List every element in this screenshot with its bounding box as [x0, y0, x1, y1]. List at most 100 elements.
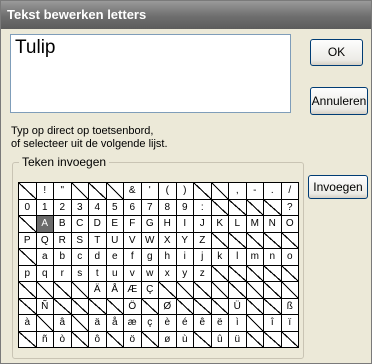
char-cell[interactable]: x: [159, 265, 177, 282]
char-cell[interactable]: 3: [71, 199, 89, 216]
char-cell[interactable]: v: [124, 265, 142, 282]
char-cell[interactable]: !: [36, 183, 54, 200]
char-cell[interactable]: å: [106, 315, 124, 332]
char-cell[interactable]: g: [141, 249, 159, 266]
char-cell[interactable]: è: [159, 315, 177, 332]
char-cell[interactable]: 2: [54, 199, 72, 216]
char-cell[interactable]: L: [229, 216, 247, 233]
char-cell[interactable]: ': [141, 183, 159, 200]
char-cell[interactable]: F: [124, 216, 142, 233]
char-cell[interactable]: ñ: [36, 331, 54, 348]
char-cell[interactable]: æ: [124, 315, 142, 332]
char-cell[interactable]: P: [19, 232, 37, 249]
char-cell[interactable]: â: [54, 315, 72, 332]
char-cell[interactable]: c: [71, 249, 89, 266]
char-cell[interactable]: ë: [211, 315, 229, 332]
char-cell[interactable]: J: [194, 216, 212, 233]
char-cell[interactable]: ä: [89, 315, 107, 332]
char-cell[interactable]: N: [264, 216, 282, 233]
char-cell[interactable]: R: [54, 232, 72, 249]
char-cell[interactable]: 8: [159, 199, 177, 216]
char-cell[interactable]: O: [281, 216, 299, 233]
char-cell[interactable]: ê: [194, 315, 212, 332]
text-input[interactable]: Tulip: [10, 34, 291, 113]
char-cell[interactable]: X: [159, 232, 177, 249]
char-cell[interactable]: S: [71, 232, 89, 249]
char-cell[interactable]: 4: [89, 199, 107, 216]
char-cell[interactable]: W: [141, 232, 159, 249]
char-cell[interactable]: 5: [106, 199, 124, 216]
char-cell[interactable]: E: [106, 216, 124, 233]
char-cell[interactable]: z: [194, 265, 212, 282]
insert-button[interactable]: Invoegen: [308, 175, 368, 199]
char-cell[interactable]: Y: [176, 232, 194, 249]
char-cell[interactable]: u: [106, 265, 124, 282]
char-cell[interactable]: G: [141, 216, 159, 233]
char-cell[interactable]: ò: [54, 331, 72, 348]
char-cell[interactable]: I: [176, 216, 194, 233]
char-cell[interactable]: ù: [176, 331, 194, 348]
char-cell[interactable]: &: [124, 183, 142, 200]
char-cell[interactable]: î: [264, 315, 282, 332]
char-cell[interactable]: ü: [229, 331, 247, 348]
char-cell[interactable]: ): [176, 183, 194, 200]
char-cell[interactable]: d: [89, 249, 107, 266]
char-cell[interactable]: ö: [124, 331, 142, 348]
char-cell[interactable]: p: [19, 265, 37, 282]
char-cell[interactable]: ï: [281, 315, 299, 332]
char-cell[interactable]: e: [106, 249, 124, 266]
char-cell[interactable]: Ø: [159, 298, 177, 315]
char-cell[interactable]: ø: [159, 331, 177, 348]
char-cell[interactable]: f: [124, 249, 142, 266]
char-cell[interactable]: ì: [229, 315, 247, 332]
char-cell[interactable]: y: [176, 265, 194, 282]
char-cell[interactable]: M: [246, 216, 264, 233]
char-cell[interactable]: t: [89, 265, 107, 282]
char-cell[interactable]: 7: [141, 199, 159, 216]
char-cell[interactable]: ß: [281, 298, 299, 315]
char-cell[interactable]: (: [159, 183, 177, 200]
char-cell[interactable]: h: [159, 249, 177, 266]
char-cell[interactable]: w: [141, 265, 159, 282]
char-cell[interactable]: m: [246, 249, 264, 266]
char-cell[interactable]: C: [71, 216, 89, 233]
char-cell[interactable]: Z: [194, 232, 212, 249]
char-cell[interactable]: H: [159, 216, 177, 233]
char-cell[interactable]: l: [229, 249, 247, 266]
char-cell[interactable]: i: [176, 249, 194, 266]
char-cell[interactable]: k: [211, 249, 229, 266]
char-cell[interactable]: B: [54, 216, 72, 233]
char-cell[interactable]: j: [194, 249, 212, 266]
char-cell[interactable]: r: [54, 265, 72, 282]
char-cell[interactable]: o: [281, 249, 299, 266]
char-cell[interactable]: T: [89, 232, 107, 249]
char-cell[interactable]: Ç: [141, 282, 159, 299]
char-cell[interactable]: .: [264, 183, 282, 200]
cancel-button[interactable]: Annuleren: [310, 87, 368, 115]
char-cell[interactable]: à: [19, 315, 37, 332]
char-cell[interactable]: ç: [141, 315, 159, 332]
char-cell[interactable]: b: [54, 249, 72, 266]
char-cell[interactable]: A: [36, 216, 54, 233]
char-cell[interactable]: U: [106, 232, 124, 249]
char-cell[interactable]: Ö: [124, 298, 142, 315]
char-cell[interactable]: n: [264, 249, 282, 266]
char-cell[interactable]: a: [36, 249, 54, 266]
char-cell[interactable]: s: [71, 265, 89, 282]
char-cell[interactable]: :: [194, 199, 212, 216]
char-cell[interactable]: 9: [176, 199, 194, 216]
char-cell[interactable]: -: [246, 183, 264, 200]
char-cell[interactable]: Q: [36, 232, 54, 249]
char-cell[interactable]: Ñ: [36, 298, 54, 315]
char-cell[interactable]: Æ: [124, 282, 142, 299]
char-cell[interactable]: Ä: [89, 282, 107, 299]
char-cell[interactable]: ": [54, 183, 72, 200]
char-cell[interactable]: q: [36, 265, 54, 282]
ok-button[interactable]: OK: [310, 39, 363, 66]
char-cell[interactable]: 0: [19, 199, 37, 216]
char-cell[interactable]: 1: [36, 199, 54, 216]
char-cell[interactable]: ?: [281, 199, 299, 216]
char-cell[interactable]: K: [211, 216, 229, 233]
char-cell[interactable]: ô: [89, 331, 107, 348]
char-cell[interactable]: D: [89, 216, 107, 233]
